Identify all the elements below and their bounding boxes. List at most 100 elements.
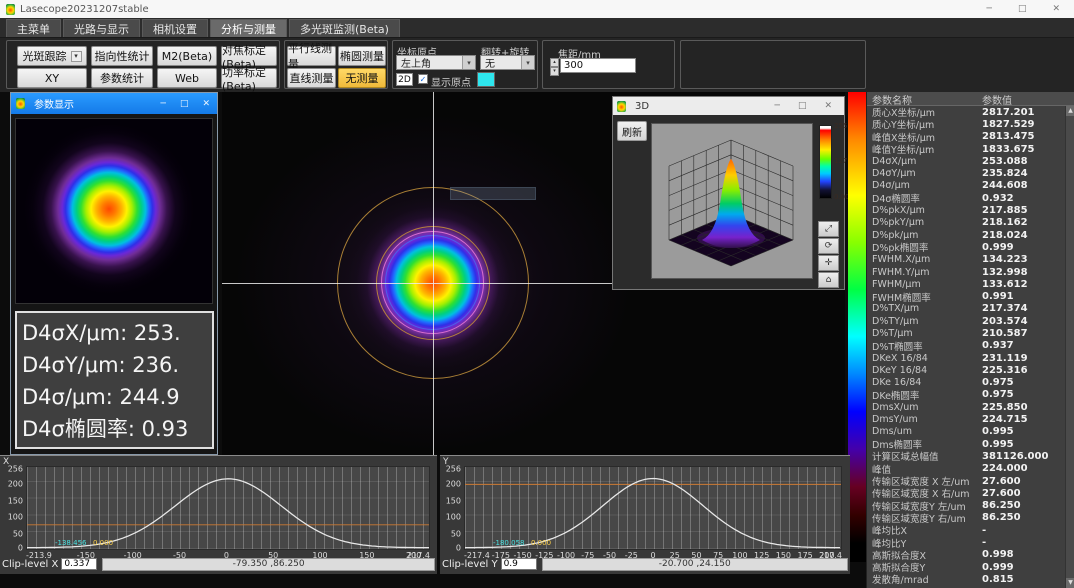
param-row[interactable]: D%TX/μm217.374 bbox=[867, 303, 1065, 315]
param-row[interactable]: FWHM.X/μm134.223 bbox=[867, 254, 1065, 266]
param-row[interactable]: 峰均比X- bbox=[867, 524, 1065, 536]
param-row[interactable]: DmsX/um225.850 bbox=[867, 401, 1065, 413]
profile-plot-x[interactable]: -138.456 0.000 bbox=[26, 466, 430, 550]
maximize-button[interactable]: □ bbox=[1018, 4, 1027, 14]
param-row[interactable]: 计算区域总幅值381126.000 bbox=[867, 450, 1065, 462]
param-row[interactable]: DKeY 16/84225.316 bbox=[867, 364, 1065, 376]
param-row[interactable]: DKe 16/840.975 bbox=[867, 377, 1065, 389]
param-row[interactable]: DmsY/um224.715 bbox=[867, 413, 1065, 425]
param-row[interactable]: D4σ椭圆率0.932 bbox=[867, 192, 1065, 204]
crosshair-vertical bbox=[433, 92, 434, 455]
param-row[interactable]: 峰均比Y- bbox=[867, 536, 1065, 548]
param-row[interactable]: D%pk椭圆率0.999 bbox=[867, 241, 1065, 253]
mode-2d-button[interactable]: 2D bbox=[396, 73, 413, 86]
param-row[interactable]: D%T椭圆率0.937 bbox=[867, 340, 1065, 352]
beam-spot bbox=[24, 124, 194, 294]
tab-main-menu[interactable]: 主菜单 bbox=[6, 19, 61, 37]
xy-button[interactable]: XY bbox=[17, 68, 87, 88]
flip-rotate-select[interactable]: 无 ▾ bbox=[480, 55, 535, 70]
scroll-down-icon[interactable]: ▼ bbox=[1066, 578, 1074, 588]
param-row[interactable]: FWHM椭圆率0.991 bbox=[867, 290, 1065, 302]
param-row[interactable]: Dms椭圆率0.995 bbox=[867, 438, 1065, 450]
view-3d-titlebar[interactable]: 3D ─ □ ✕ bbox=[613, 97, 844, 115]
tab-camera-settings[interactable]: 相机设置 bbox=[142, 19, 208, 37]
toolbar: 光斑跟踪 ▾ 指向性统计 M2(Beta) 对焦标定(Beta) XY 参数统计… bbox=[0, 38, 1074, 92]
profile-plot-y[interactable]: -180.058 0.000 bbox=[464, 466, 842, 550]
line-measure-button[interactable]: 直线测量 bbox=[287, 68, 336, 88]
param-row[interactable]: D%T/μm210.587 bbox=[867, 327, 1065, 339]
ellipse-measure-button[interactable]: 椭圆测量 bbox=[338, 46, 386, 66]
param-row[interactable]: 峰值Y坐标/μm1833.675 bbox=[867, 143, 1065, 155]
param-row[interactable]: D%pkX/μm217.885 bbox=[867, 204, 1065, 216]
scroll-up-icon[interactable]: ▲ bbox=[1066, 106, 1074, 116]
param-row[interactable]: 高斯拟合度Y0.999 bbox=[867, 561, 1065, 573]
param-row[interactable]: DKe椭圆率0.975 bbox=[867, 389, 1065, 401]
param-row[interactable]: Dms/um0.995 bbox=[867, 426, 1065, 438]
param-row[interactable]: 发散角/mrad0.815 bbox=[867, 573, 1065, 585]
reset-view-icon[interactable]: ⌂ bbox=[818, 272, 839, 288]
close-button[interactable]: ✕ bbox=[202, 99, 210, 109]
pan-view-icon[interactable]: ✛ bbox=[818, 255, 839, 271]
param-row[interactable]: 传输区域宽度Y 右/um86.250 bbox=[867, 512, 1065, 524]
minimize-button[interactable]: ─ bbox=[987, 4, 992, 14]
param-value: 244.608 bbox=[982, 180, 1065, 191]
power-calib-button[interactable]: 功率标定(Beta) bbox=[221, 68, 277, 88]
maximize-button[interactable]: □ bbox=[798, 101, 807, 111]
app-icon bbox=[617, 101, 626, 112]
param-row[interactable]: 传输区域宽度 X 左/um27.600 bbox=[867, 475, 1065, 487]
chevron-down-icon[interactable]: ▾ bbox=[462, 56, 475, 69]
param-row[interactable]: D%pk/μm218.024 bbox=[867, 229, 1065, 241]
maximize-button[interactable]: □ bbox=[180, 99, 189, 109]
close-button[interactable]: ✕ bbox=[1052, 4, 1060, 14]
beam-tracking-button[interactable]: 光斑跟踪 ▾ bbox=[17, 46, 87, 66]
show-origin-checkbox[interactable]: ✓ bbox=[418, 74, 428, 84]
refresh-button[interactable]: 刷新 bbox=[617, 121, 647, 141]
param-row[interactable]: 传输区域宽度 X 右/um27.600 bbox=[867, 487, 1065, 499]
no-measure-button[interactable]: 无测量 bbox=[338, 68, 386, 88]
zoom-view-icon[interactable]: ⤢ bbox=[818, 221, 839, 237]
param-row[interactable]: DKeX 16/84231.119 bbox=[867, 352, 1065, 364]
param-row[interactable]: 质心X坐标/μm2817.201 bbox=[867, 106, 1065, 118]
parallel-line-measure-button[interactable]: 平行线测量 bbox=[287, 46, 336, 66]
param-window-titlebar[interactable]: 参数显示 ─ □ ✕ bbox=[11, 93, 217, 114]
minimize-button[interactable]: ─ bbox=[775, 101, 780, 111]
readout-line: D4σ/μm: 244.9 bbox=[22, 381, 212, 413]
param-row[interactable]: 质心Y坐标/μm1827.529 bbox=[867, 118, 1065, 130]
clip-level-y-input[interactable] bbox=[501, 558, 537, 570]
param-row[interactable]: D%pkY/μm218.162 bbox=[867, 217, 1065, 229]
minimize-button[interactable]: ─ bbox=[161, 99, 166, 109]
surface-3d-plot[interactable] bbox=[651, 123, 813, 279]
param-row[interactable]: 峰值X坐标/μm2813.475 bbox=[867, 131, 1065, 143]
param-row[interactable]: D4σX/μm253.088 bbox=[867, 155, 1065, 167]
focal-length-input[interactable] bbox=[560, 58, 636, 73]
rotate-view-icon[interactable]: ⟳ bbox=[818, 238, 839, 254]
param-value: 203.574 bbox=[982, 316, 1065, 327]
param-row[interactable]: 峰值224.000 bbox=[867, 463, 1065, 475]
pointing-stats-button[interactable]: 指向性统计 bbox=[91, 46, 153, 66]
param-row[interactable]: FWHM/μm133.612 bbox=[867, 278, 1065, 290]
chevron-down-icon[interactable]: ▾ bbox=[71, 51, 82, 62]
param-value: 27.600 bbox=[982, 476, 1065, 487]
tab-analysis-measure[interactable]: 分析与测量 bbox=[210, 19, 287, 37]
param-row[interactable]: D4σY/μm235.824 bbox=[867, 167, 1065, 179]
tab-multispot-monitor[interactable]: 多光斑监测(Beta) bbox=[289, 19, 400, 37]
chevron-down-icon[interactable]: ▾ bbox=[521, 56, 534, 69]
param-row[interactable]: 传输区域宽度Y 左/um86.250 bbox=[867, 500, 1065, 512]
table-scrollbar[interactable]: ▲ ▼ bbox=[1065, 106, 1074, 588]
param-value: 27.600 bbox=[982, 488, 1065, 499]
profile-panel-x: X 256200150100500 -138.456 0.000 -213.9-… bbox=[0, 455, 437, 574]
close-button[interactable]: ✕ bbox=[824, 101, 832, 111]
clip-level-x-input[interactable] bbox=[61, 558, 97, 570]
param-stats-button[interactable]: 参数统计 bbox=[91, 68, 153, 88]
param-row[interactable]: FWHM.Y/μm132.998 bbox=[867, 266, 1065, 278]
origin-select[interactable]: 左上角 ▾ bbox=[396, 55, 476, 70]
param-row[interactable]: D%TY/μm203.574 bbox=[867, 315, 1065, 327]
tab-optics-display[interactable]: 光路与显示 bbox=[63, 19, 140, 37]
param-name: DKeY 16/84 bbox=[867, 365, 982, 376]
param-row[interactable]: 高斯拟合度X0.998 bbox=[867, 549, 1065, 561]
web-button[interactable]: Web bbox=[157, 68, 217, 88]
m2-beta-button[interactable]: M2(Beta) bbox=[157, 46, 217, 66]
param-row[interactable]: D4σ/μm244.608 bbox=[867, 180, 1065, 192]
origin-color-swatch[interactable] bbox=[477, 72, 495, 87]
focal-length-stepper[interactable]: ▴▾ bbox=[550, 58, 559, 74]
